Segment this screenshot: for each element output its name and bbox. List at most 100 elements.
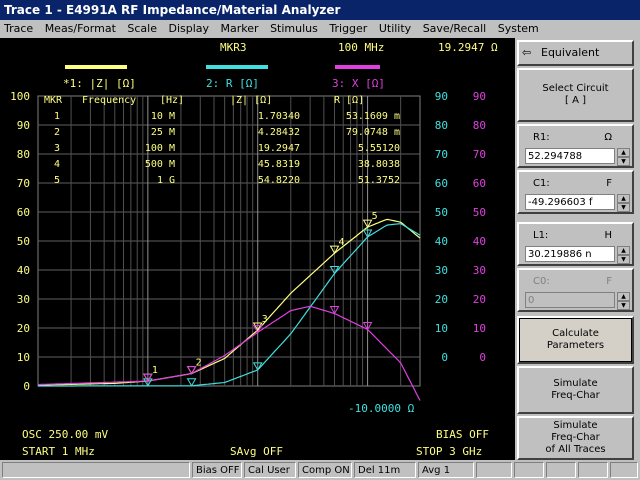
spin-down-icon: ▼ [617, 301, 630, 310]
l1-label: L1: [533, 230, 549, 241]
title-bar: Trace 1 - E4991A RF Impedance/Material A… [0, 0, 640, 20]
trace1-color-bar [65, 65, 127, 69]
left-axis-tick: 60 [17, 206, 30, 219]
left-axis-tick: 10 [17, 351, 30, 364]
marker-table-cell: 45.8319 [258, 159, 300, 170]
right-axis-r-tick: 40 [435, 235, 448, 248]
menu-bar: Trace Meas/Format Scale Display Marker S… [0, 20, 640, 39]
status-slot-1 [476, 462, 512, 478]
marker-table-cell: 51.3752 [358, 175, 400, 186]
right-axis-x-tick: 80 [473, 119, 486, 132]
table-header-mkr: MKR [44, 95, 63, 106]
l1-field-group: L1: H 30.219886 n ▲ ▼ [517, 222, 634, 266]
equivalent-circuit-header[interactable]: ⇦ Equivalent Circuit: [517, 40, 634, 81]
c1-input[interactable]: -49.296603 f [525, 194, 615, 210]
menu-utility[interactable]: Utility [375, 20, 415, 38]
marker-triangle [186, 378, 197, 387]
marker-table-cell: 5 [54, 175, 60, 186]
left-axis-tick: 0 [23, 380, 30, 393]
spin-up-icon[interactable]: ▲ [617, 246, 630, 255]
status-slot-5 [610, 462, 638, 478]
spin-down-icon[interactable]: ▼ [617, 203, 630, 212]
c0-field-group: C0: F 0 ▲ ▼ [517, 268, 634, 312]
menu-save-recall[interactable]: Save/Recall [419, 20, 491, 38]
spin-down-icon[interactable]: ▼ [617, 255, 630, 264]
marker-header-name: MKR3 [220, 41, 247, 54]
marker-number: 3 [262, 314, 268, 325]
menu-meas-format[interactable]: Meas/Format [41, 20, 120, 38]
right-axis-r: 90 80 70 60 50 40 30 20 10 0 [435, 90, 448, 364]
sweep-average: SAvg OFF [230, 445, 283, 458]
c1-stepper[interactable]: ▲ ▼ [617, 194, 630, 212]
left-axis-tick: 40 [17, 264, 30, 277]
bias-status: BIAS OFF [436, 428, 489, 441]
l1-stepper[interactable]: ▲ ▼ [617, 246, 630, 264]
right-axis-x-tick: 0 [479, 351, 486, 364]
c0-label: C0: [533, 276, 550, 287]
window-title: Trace 1 - E4991A RF Impedance/Material A… [4, 3, 341, 17]
calculate-parameters-button[interactable]: Calculate Parameters [517, 316, 634, 364]
spin-up-icon[interactable]: ▲ [617, 194, 630, 203]
start-frequency: START 1 MHz [22, 445, 95, 458]
marker-table-cell: 4 [54, 159, 60, 170]
measurement-screen[interactable]: MKR3 100 MHz 19.2947 Ω *1: |Z| [Ω] 2: R … [0, 38, 515, 460]
menu-scale[interactable]: Scale [123, 20, 161, 38]
marker-table-cell: 2 [54, 127, 60, 138]
menu-trigger[interactable]: Trigger [325, 20, 371, 38]
r1-field-group: R1: Ω 52.294788 ▲ ▼ [517, 124, 634, 168]
r1-stepper[interactable]: ▲ ▼ [617, 148, 630, 166]
l1-unit: H [604, 230, 612, 241]
marker-header-value: 19.2947 Ω [438, 41, 498, 54]
table-header-hz: [Hz] [160, 95, 184, 106]
trace3-color-bar [335, 65, 380, 69]
right-axis-r-tick: 80 [435, 119, 448, 132]
status-average: Avg 1 [418, 462, 474, 478]
marker-table-cell: 19.2947 [258, 143, 300, 154]
menu-system[interactable]: System [494, 20, 543, 38]
osc-level: OSC 250.00 mV [22, 428, 108, 441]
right-axis-x: 90 80 70 60 50 40 30 20 10 0 [473, 90, 486, 364]
marker-number: 1 [152, 365, 158, 376]
l1-input[interactable]: 30.219886 n [525, 246, 615, 262]
impedance-chart: MKR3 100 MHz 19.2947 Ω *1: |Z| [Ω] 2: R … [10, 41, 498, 458]
c0-input: 0 [525, 292, 615, 308]
select-circuit-button[interactable]: Select Circuit [ A ] [517, 68, 634, 122]
right-axis-r-tick: 10 [435, 322, 448, 335]
status-slot-2 [514, 462, 544, 478]
status-delay: Del 11m [354, 462, 416, 478]
r1-unit: Ω [604, 132, 612, 143]
right-axis-x-tick: 70 [473, 148, 486, 161]
left-axis-tick: 70 [17, 177, 30, 190]
right-axis-r-tick: 20 [435, 293, 448, 306]
right-axis-x-tick: 20 [473, 293, 486, 306]
r1-input[interactable]: 52.294788 [525, 148, 615, 164]
right-axis-r-tick: 50 [435, 206, 448, 219]
simulate-all-traces-button[interactable]: Simulate Freq-Char of All Traces [517, 416, 634, 460]
right-axis-r-tick: 60 [435, 177, 448, 190]
menu-trace[interactable]: Trace [0, 20, 37, 38]
c1-label: C1: [533, 178, 550, 189]
marker-number: 2 [196, 358, 202, 369]
simulate-freq-char-button[interactable]: Simulate Freq-Char [517, 366, 634, 414]
right-axis-r-tick: 90 [435, 90, 448, 103]
menu-marker[interactable]: Marker [217, 20, 263, 38]
status-cal: Cal User [244, 462, 296, 478]
marker-table-cell: 5.55120 [358, 143, 400, 154]
trace3-label: 3: X [Ω] [332, 77, 385, 90]
menu-display[interactable]: Display [165, 20, 214, 38]
marker-table-cell: 54.8220 [258, 175, 300, 186]
right-axis-x-tick: 30 [473, 264, 486, 277]
chart-grid [37, 95, 421, 387]
spin-up-icon: ▲ [617, 292, 630, 301]
spin-up-icon[interactable]: ▲ [617, 148, 630, 157]
r1-label: R1: [533, 132, 550, 143]
left-axis-tick: 30 [17, 293, 30, 306]
menu-stimulus[interactable]: Stimulus [266, 20, 322, 38]
left-axis-tick: 20 [17, 322, 30, 335]
spin-down-icon[interactable]: ▼ [617, 157, 630, 166]
status-bias: Bias OFF [192, 462, 242, 478]
status-bar: Bias OFF Cal User Comp ON Del 11m Avg 1 [0, 460, 640, 480]
marker-table-cell: 100 M [145, 143, 175, 154]
right-axis-r-tick: 30 [435, 264, 448, 277]
marker-table-cell: 10 M [151, 111, 175, 122]
